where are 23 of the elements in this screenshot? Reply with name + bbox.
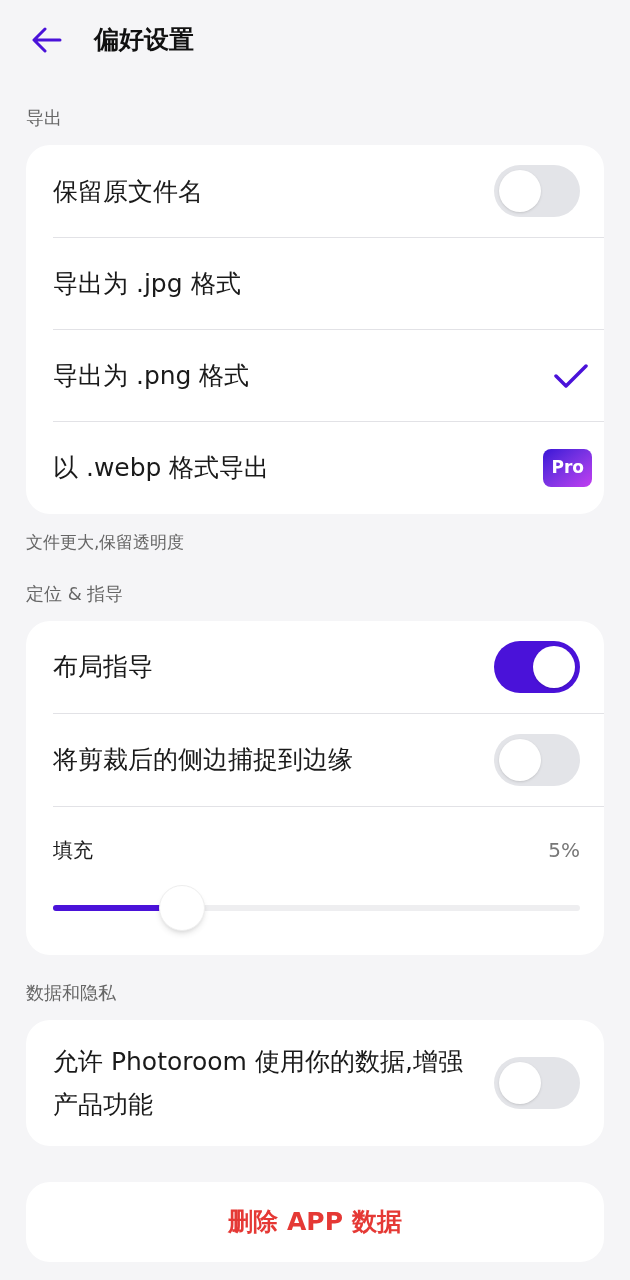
format-option[interactable]: 导出为 .jpg 格式 xyxy=(53,238,604,330)
slider-thumb[interactable] xyxy=(158,884,205,931)
page-title: 偏好设置 xyxy=(94,24,194,57)
toggle-switch[interactable] xyxy=(494,733,580,786)
section-note: 文件更大,保留透明度 xyxy=(26,531,186,554)
section-title: 数据和隐私 xyxy=(26,980,117,1005)
toggle-switch[interactable] xyxy=(494,640,580,693)
setting-label: 允许 Photoroom 使用你的数据,增强产品功能 xyxy=(53,1045,464,1121)
section-title: 导出 xyxy=(26,106,63,130)
format-option[interactable]: 导出为 .png 格式 xyxy=(53,330,604,422)
section-title: 定位 & 指导 xyxy=(26,581,125,606)
toggle-switch[interactable] xyxy=(494,165,580,217)
setting-label: 布局指导 xyxy=(53,651,153,683)
setting-label: 将剪裁后的侧边捕捉到边缘 xyxy=(53,744,353,776)
slider-label: 填充 xyxy=(53,836,93,864)
back-arrow-icon[interactable] xyxy=(32,27,62,53)
pro-badge: Pro xyxy=(543,449,592,487)
slider-value: 5% xyxy=(548,836,580,864)
setting-label: 保留原文件名 xyxy=(53,175,203,208)
slider-track[interactable] xyxy=(53,884,580,931)
toggle-switch[interactable] xyxy=(494,1056,580,1109)
setting-label: 以 .webp 格式导出 xyxy=(53,452,270,485)
delete-data-button[interactable]: 删除 APP 数据 xyxy=(26,1181,604,1262)
